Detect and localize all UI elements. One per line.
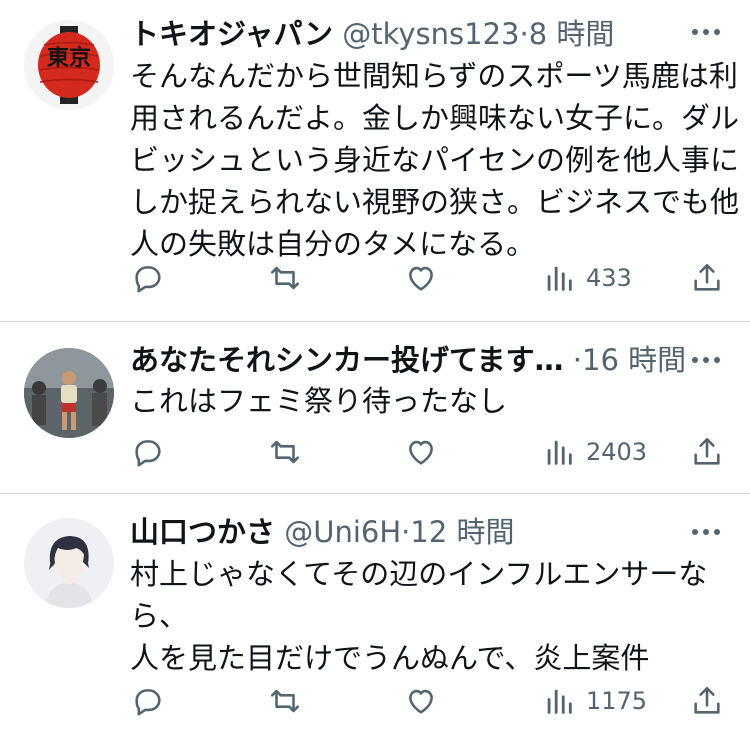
tweet[interactable]: あなたそれシンカー投げてます… ·16 時間 これはフェミ祭り待ったなし 240… [0, 322, 750, 494]
retweet-icon [270, 689, 300, 713]
tweet-text-line: ら、 [130, 599, 189, 633]
reply-icon [135, 266, 161, 293]
tweet-text: これはフェミ祭り待ったなし [130, 380, 730, 422]
timestamp[interactable]: 12 時間 [410, 515, 514, 549]
user-handle[interactable]: @Uni6H [284, 515, 401, 549]
tweet[interactable]: 東京 トキオジャパン @tkysns123·8 時間 そんなんだから世間知らずの… [0, 0, 750, 322]
tweet-text-line: これはフェミ祭り待ったなし [130, 384, 508, 418]
tweet-text-line: しか捉えられない視野の狭さ。ビジネスでも他 [130, 185, 740, 219]
separator: · [401, 515, 411, 549]
share-icon [694, 686, 720, 714]
views-icon [547, 440, 572, 465]
tweet-header: 山口つかさ @Uni6H·12 時間 [130, 514, 515, 550]
views-icon [547, 266, 572, 291]
more-icon[interactable] [692, 27, 720, 37]
reply-button[interactable] [131, 258, 165, 298]
like-icon [409, 440, 433, 465]
action-bar: 1175 [0, 681, 750, 721]
share-button[interactable] [690, 681, 724, 721]
retweet-button[interactable] [268, 258, 302, 298]
anime-boy-avatar-icon [24, 518, 114, 608]
display-name[interactable]: トキオジャパン [130, 17, 333, 51]
tweet-text: そんなんだから世間知らずのスポーツ馬鹿は利 用されるんだよ。金しか興味ない女子に… [130, 55, 740, 265]
avatar[interactable] [24, 348, 114, 438]
share-icon [694, 437, 720, 465]
red-lantern-avatar-icon: 東京 [24, 20, 114, 110]
views-icon [547, 689, 572, 714]
timestamp[interactable]: 8 時間 [529, 17, 615, 51]
share-button[interactable] [690, 258, 724, 298]
display-name[interactable]: 山口つかさ [130, 515, 275, 549]
share-button[interactable] [690, 432, 724, 472]
share-icon [694, 263, 720, 291]
tweet-text-line: ビッシュという身近なパイセンの例を他人事に [130, 143, 740, 177]
tweet-text-line: そんなんだから世間知らずのスポーツ馬鹿は利 [130, 59, 738, 93]
reply-button[interactable] [131, 681, 165, 721]
runner-photo-avatar-icon [24, 348, 114, 438]
more-icon[interactable] [692, 527, 720, 537]
separator: · [519, 17, 529, 51]
like-icon [409, 266, 433, 291]
views-button[interactable]: 1175 [542, 681, 647, 721]
avatar[interactable] [24, 518, 114, 608]
reply-button[interactable] [131, 432, 165, 472]
more-icon[interactable] [692, 355, 720, 365]
timeline-feed: 東京 トキオジャパン @tkysns123·8 時間 そんなんだから世間知らずの… [0, 0, 750, 738]
avatar[interactable]: 東京 [24, 20, 114, 110]
views-button[interactable]: 2403 [542, 432, 647, 472]
reply-icon [135, 689, 161, 716]
views-count: 1175 [586, 687, 648, 715]
display-name[interactable]: あなたそれシンカー投げてます… [130, 343, 564, 377]
views-count: 433 [586, 264, 632, 292]
retweet-button[interactable] [268, 681, 302, 721]
retweet-icon [270, 440, 300, 464]
views-button[interactable]: 433 [542, 258, 632, 298]
action-bar: 433 [0, 258, 750, 298]
user-handle[interactable]: @tkysns123 [342, 17, 519, 51]
tweet-text-line: 用されるんだよ。金しか興味ない女子に。ダル [130, 101, 740, 135]
views-count: 2403 [586, 438, 648, 466]
tweet-header: あなたそれシンカー投げてます… ·16 時間 [130, 342, 686, 378]
like-button[interactable] [404, 681, 438, 721]
timestamp[interactable]: 16 時間 [582, 343, 686, 377]
tweet-text-line: 村上じゃなくてその辺のインフルエンサーな [130, 557, 708, 591]
tweet-text-line: 人を見た目だけでうんぬんで、炎上案件 [130, 641, 650, 675]
action-bar: 2403 [0, 432, 750, 472]
retweet-icon [270, 266, 300, 290]
tweet-text: 村上じゃなくてその辺のインフルエンサーな ら、 人を見た目だけでうんぬんで、炎上… [130, 553, 730, 679]
separator: · [572, 343, 582, 377]
like-button[interactable] [404, 258, 438, 298]
retweet-button[interactable] [268, 432, 302, 472]
tweet-header: トキオジャパン @tkysns123·8 時間 [130, 16, 614, 52]
like-icon [409, 689, 433, 714]
avatar-lantern-text: 東京 [47, 45, 91, 71]
tweet[interactable]: 山口つかさ @Uni6H·12 時間 村上じゃなくてその辺のインフルエンサーな … [0, 494, 750, 738]
like-button[interactable] [404, 432, 438, 472]
reply-icon [135, 440, 161, 467]
